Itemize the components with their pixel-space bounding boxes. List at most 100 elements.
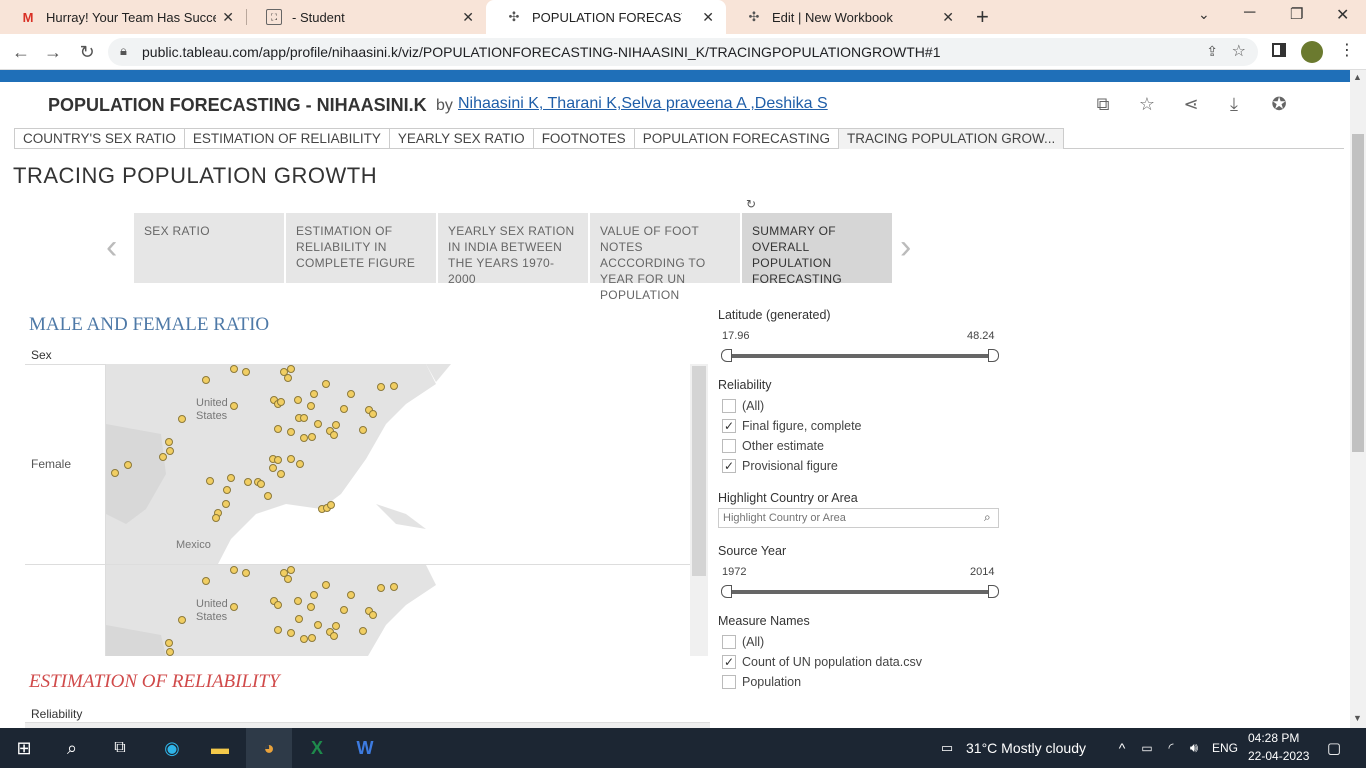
tab-title: - Student (292, 9, 345, 25)
latitude-min: 17.96 (722, 330, 750, 342)
language-indicator[interactable]: ENG (1212, 728, 1238, 768)
reliability-other-checkbox[interactable] (722, 439, 736, 453)
minimize-button[interactable]: ─ (1244, 4, 1255, 22)
tray-chevron-icon[interactable]: ^ (1112, 728, 1132, 768)
story-point-estimation-of-reliability[interactable]: ESTIMATION OF RELIABILITY IN COMPLETE FI… (286, 213, 436, 283)
viz-authors-link[interactable]: Nihaasini K, Tharani K,Selva praveena A … (458, 95, 828, 113)
tableau-banner (0, 70, 1350, 82)
url-input[interactable]: 🔒︎ public.tableau.com/app/profile/nihaas… (108, 38, 1258, 66)
scroll-up-icon[interactable]: ▲ (1353, 72, 1362, 82)
map-pane-second-row[interactable]: United States (105, 565, 690, 656)
sheet-tab-yearly-sex-ratio[interactable]: YEARLY SEX RATIO (388, 128, 534, 149)
sheet-tab-tracing-population-growth[interactable]: TRACING POPULATION GROW... (837, 128, 1065, 149)
new-tab-button[interactable]: + (976, 4, 989, 30)
notification-icon[interactable]: ▢ (1322, 728, 1346, 768)
latitude-slider-max-handle[interactable] (988, 349, 999, 362)
reliability-all-label[interactable]: (All) (742, 399, 764, 413)
measure-count-checkbox[interactable]: ✓ (722, 655, 736, 669)
story-point-sex-ratio[interactable]: SEX RATIO (134, 213, 284, 283)
close-icon[interactable]: ✕ (222, 9, 234, 26)
windows-start-icon[interactable]: ⊞ (8, 728, 40, 768)
reliability-provisional-label[interactable]: Provisional figure (742, 459, 838, 473)
chrome-icon[interactable]: ◕ (246, 728, 292, 768)
excel-icon[interactable]: X (296, 728, 338, 768)
story-next-arrow-icon[interactable]: › (900, 228, 911, 267)
word-icon[interactable]: W (344, 728, 386, 768)
weather-text[interactable]: 31°C Mostly cloudy (966, 728, 1086, 768)
share-icon[interactable]: ⋖ (1180, 94, 1202, 116)
reliability-provisional-checkbox[interactable]: ✓ (722, 459, 736, 473)
reliability-all-checkbox[interactable] (722, 399, 736, 413)
story-point-foot-notes[interactable]: VALUE OF FOOT NOTES ACCCORDING TO YEAR F… (590, 213, 740, 302)
battery-icon[interactable]: ▭ (1138, 728, 1156, 768)
back-arrow-icon[interactable]: ← (10, 41, 32, 63)
source-year-slider-min-handle[interactable] (721, 585, 732, 598)
volume-icon[interactable]: 🔊︎ (1184, 728, 1204, 768)
latitude-slider-track[interactable] (726, 354, 994, 358)
story-title: TRACING POPULATION GROWTH (13, 163, 378, 188)
filter-measure-names-label: Measure Names (718, 614, 810, 628)
sidebar-icon[interactable] (1272, 43, 1286, 57)
sheet-tab-estimation-of-reliability[interactable]: ESTIMATION OF RELIABILITY (183, 128, 390, 149)
file-explorer-icon[interactable]: ▬ (200, 728, 240, 768)
map-label-united: United (196, 397, 228, 409)
reliability-final-checkbox[interactable]: ✓ (722, 419, 736, 433)
source-year-slider-track[interactable] (726, 590, 994, 594)
tab-title: POPULATION FORECASTING - NI (532, 9, 682, 25)
story-prev-arrow-icon[interactable]: ‹ (106, 228, 117, 267)
source-year-slider-max-handle[interactable] (988, 585, 999, 598)
latitude-slider-min-handle[interactable] (721, 349, 732, 362)
edge-icon[interactable]: ◉ (152, 728, 192, 768)
close-icon[interactable]: ✕ (462, 9, 474, 26)
scrollbar-thumb[interactable] (1352, 134, 1364, 452)
clock-time[interactable]: 04:28 PM (1248, 731, 1299, 745)
wifi-icon[interactable]: ◜ (1162, 728, 1180, 768)
tab-search-chevron-icon[interactable]: ⌄ (1198, 6, 1210, 23)
reliability-final-label[interactable]: Final figure, complete (742, 419, 862, 433)
measure-population-checkbox[interactable] (722, 675, 736, 689)
sheet-tabs: COUNTRY'S SEX RATIO ESTIMATION OF RELIAB… (14, 128, 1344, 149)
measure-all-checkbox[interactable] (722, 635, 736, 649)
sheet-tab-population-forecasting[interactable]: POPULATION FORECASTING (633, 128, 839, 149)
browser-tab-gmail[interactable]: M Hurray! Your Team Has Successfu ✕ (0, 0, 246, 34)
highlight-country-input[interactable] (718, 508, 999, 528)
close-window-button[interactable]: ✕ (1336, 5, 1349, 25)
map-pane-female[interactable]: United States Mexico (105, 364, 690, 564)
source-year-min: 1972 (722, 566, 747, 578)
browser-tab-edit-workbook[interactable]: ✣ Edit | New Workbook ✕ (726, 0, 966, 34)
badge-icon[interactable]: ✪ (1268, 94, 1290, 116)
measure-all-label[interactable]: (All) (742, 635, 764, 649)
browser-tab-student[interactable]: ⛶ - Student ✕ (246, 0, 486, 34)
measure-count-label[interactable]: Count of UN population data.csv (742, 655, 922, 669)
sheet-tab-footnotes[interactable]: FOOTNOTES (532, 128, 635, 149)
search-icon[interactable]: ⌕ (56, 728, 88, 768)
story-point-summary[interactable]: SUMMARY OF OVERALL POPULATION FORECASTIN… (742, 213, 892, 286)
download-icon[interactable]: ⤓ (1223, 94, 1245, 116)
share-icon[interactable]: ⇪ (1206, 43, 1218, 60)
forward-arrow-icon[interactable]: → (42, 41, 64, 63)
avatar[interactable] (1301, 41, 1323, 63)
page-scrollbar[interactable]: ▲ ▼ (1350, 70, 1366, 728)
revert-icon[interactable]: ↻ (746, 197, 756, 211)
bookmark-star-icon[interactable]: ☆ (1232, 41, 1246, 61)
close-icon[interactable]: ✕ (942, 9, 954, 26)
restore-button[interactable]: ❐ (1290, 5, 1303, 23)
section-title-male-female-ratio: MALE AND FEMALE RATIO (29, 314, 270, 335)
close-icon[interactable]: ✕ (702, 9, 714, 26)
map-scrollbar[interactable] (690, 364, 708, 656)
favorite-star-icon[interactable]: ☆ (1136, 94, 1158, 116)
lock-icon: 🔒︎ (120, 43, 127, 58)
sheet-tab-countrys-sex-ratio[interactable]: COUNTRY'S SEX RATIO (14, 128, 185, 149)
clock-date[interactable]: 22-04-2023 (1248, 749, 1309, 763)
task-view-icon[interactable]: ⧉ (104, 728, 136, 768)
reliability-other-label[interactable]: Other estimate (742, 439, 824, 453)
menu-dots-icon[interactable]: ⋮ (1339, 40, 1355, 60)
browser-tab-population-forecasting[interactable]: ✣ POPULATION FORECASTING - NI ✕ (486, 0, 726, 34)
reload-icon[interactable]: ↻ (76, 41, 98, 63)
story-point-yearly-sex-ratio[interactable]: YEARLY SEX RATION IN INDIA BETWEEN THE Y… (438, 213, 588, 286)
map-scrollbar-thumb[interactable] (692, 366, 706, 576)
scroll-down-icon[interactable]: ▼ (1353, 713, 1362, 723)
measure-population-label[interactable]: Population (742, 675, 801, 689)
copy-icon[interactable]: ⧉ (1092, 94, 1114, 116)
map-label-states: States (196, 611, 228, 623)
